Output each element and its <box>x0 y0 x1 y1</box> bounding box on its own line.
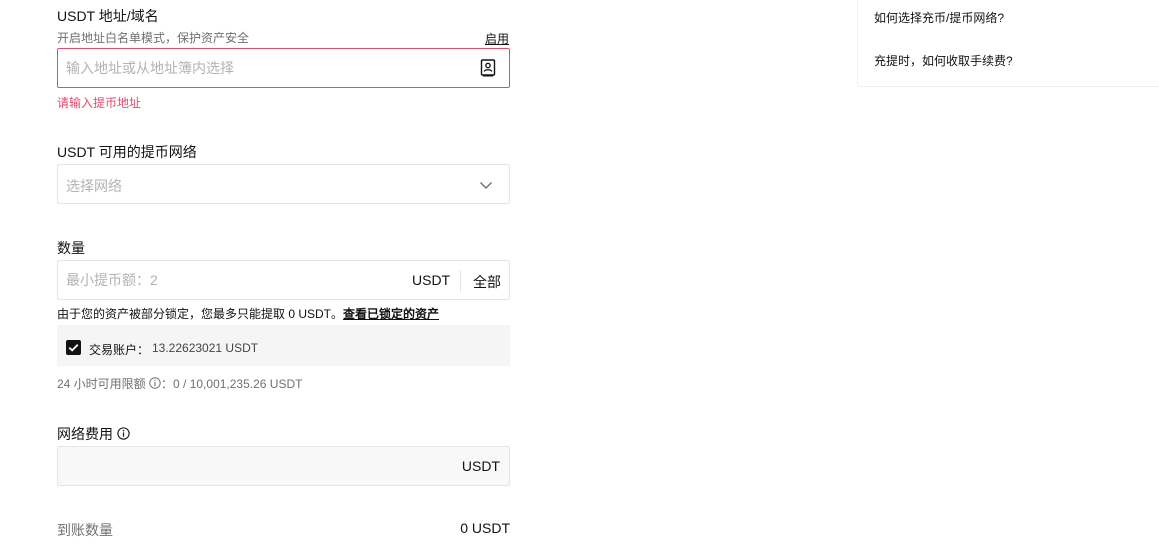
trading-account-checkbox[interactable] <box>66 340 81 355</box>
network-placeholder: 选择网络 <box>66 178 122 194</box>
address-input[interactable] <box>66 49 446 87</box>
address-input-box[interactable] <box>57 48 510 88</box>
daily-limit: 24 小时可用限额 ：0 / 10,001,235.26 USDT <box>57 375 302 392</box>
faq-card: 如何选择充币/提币网络? 充提时，如何收取手续费? <box>857 0 1159 87</box>
amount-divider <box>460 270 461 292</box>
fee-unit: USDT <box>461 458 500 474</box>
enable-whitelist-link[interactable]: 启用 <box>485 30 509 47</box>
receive-amount-label: 到账数量 <box>57 522 113 538</box>
address-error: 请输入提币地址 <box>57 96 142 110</box>
amount-input-box[interactable]: USDT 全部 <box>57 260 510 300</box>
address-book-icon[interactable] <box>480 59 496 77</box>
faq-item-fee[interactable]: 充提时，如何收取手续费? <box>874 52 1013 69</box>
daily-limit-value: ：0 / 10,001,235.26 USDT <box>161 377 303 391</box>
faq-item-network[interactable]: 如何选择充币/提币网络? <box>874 9 1004 26</box>
network-fee-field: USDT <box>57 446 510 486</box>
network-select[interactable]: 选择网络 <box>57 164 510 204</box>
whitelist-hint: 开启地址白名单模式，保护资产安全 <box>57 31 250 45</box>
fee-title-row: 网络费用 <box>57 424 130 444</box>
checkmark-icon <box>68 343 79 352</box>
chevron-down-icon <box>480 182 492 189</box>
view-locked-assets-link[interactable]: 查看已锁定的资产 <box>343 307 439 321</box>
trading-account-label: 交易账户： <box>89 343 150 357</box>
all-amount-button[interactable]: 全部 <box>473 272 501 292</box>
lock-note: 由于您的资产被部分锁定，您最多只能提取 0 USDT。 <box>57 307 344 321</box>
amount-input[interactable] <box>66 261 396 299</box>
address-title: USDT 地址/域名 <box>57 8 159 24</box>
lock-note-row: 由于您的资产被部分锁定，您最多只能提取 0 USDT。查看已锁定的资产 <box>57 305 439 323</box>
trading-account-panel: 交易账户： 13.22623021 USDT <box>57 325 510 366</box>
info-icon[interactable] <box>149 377 161 389</box>
receive-amount-value: 0 USDT <box>460 520 510 536</box>
daily-limit-label: 24 小时可用限额 <box>57 377 146 391</box>
trading-account-balance: 13.22623021 USDT <box>152 341 259 355</box>
amount-title: 数量 <box>57 240 85 256</box>
amount-unit: USDT <box>412 272 451 288</box>
network-title: USDT 可用的提币网络 <box>57 144 197 160</box>
info-icon[interactable] <box>117 427 130 440</box>
fee-title: 网络费用 <box>57 426 113 442</box>
